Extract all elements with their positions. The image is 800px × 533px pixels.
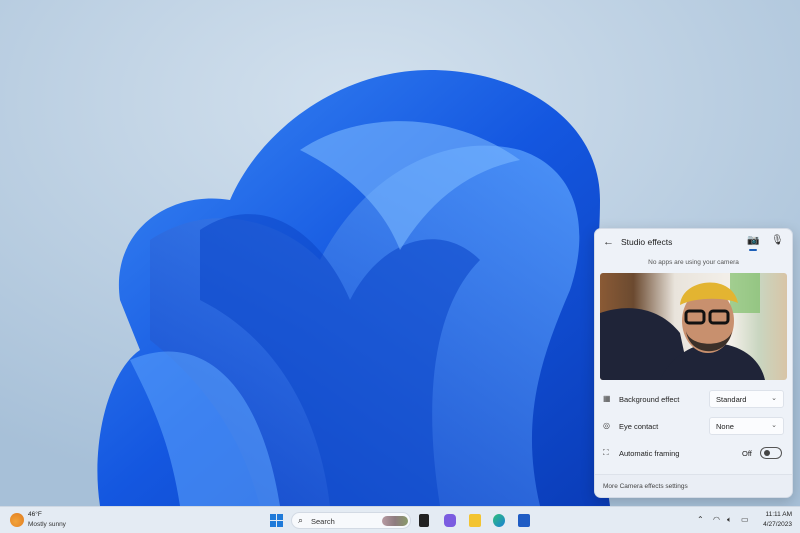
file-explorer-icon[interactable] bbox=[469, 514, 481, 527]
weather-icon[interactable] bbox=[10, 513, 24, 527]
dropdown-value: None bbox=[716, 422, 734, 431]
edge-browser-icon[interactable] bbox=[493, 514, 505, 527]
eye-contact-row: ◎ Eye contact None ⌄ bbox=[595, 416, 792, 438]
wifi-icon[interactable]: ◠ bbox=[713, 515, 720, 524]
background-effect-row: ▦ Background effect Standard ⌄ bbox=[595, 389, 792, 411]
back-arrow-icon[interactable]: ← bbox=[603, 236, 614, 248]
background-effect-dropdown[interactable]: Standard ⌄ bbox=[709, 390, 784, 408]
studio-effects-panel: ← Studio effects 📷 🎙 No apps are using y… bbox=[594, 228, 793, 498]
time: 11:11 AM bbox=[765, 511, 793, 518]
weather-desc[interactable]: Mostly sunny bbox=[28, 521, 66, 528]
chevron-down-icon: ⌄ bbox=[771, 395, 777, 402]
active-tab-indicator bbox=[749, 249, 757, 251]
battery-icon[interactable]: ▭ bbox=[741, 515, 749, 524]
search-box[interactable]: ⌕ Search bbox=[291, 512, 411, 529]
search-icon: ⌕ bbox=[298, 515, 304, 525]
toggle-state-label: Off bbox=[742, 449, 752, 458]
panel-title: Studio effects bbox=[621, 237, 673, 247]
teams-chat-icon[interactable] bbox=[444, 514, 456, 527]
dropdown-value: Standard bbox=[716, 395, 747, 404]
search-highlight-image bbox=[382, 516, 408, 526]
chevron-up-icon[interactable]: ⌃ bbox=[697, 515, 704, 524]
camera-tab-icon[interactable]: 📷 bbox=[747, 235, 759, 249]
more-settings-link[interactable]: More Camera effects settings bbox=[603, 483, 688, 490]
taskbar: 46°F Mostly sunny ⌕ Search ⌃ ◠ 🔈︎ ▭ 11:1… bbox=[0, 506, 800, 533]
task-view-icon[interactable] bbox=[419, 514, 429, 527]
automatic-framing-toggle[interactable] bbox=[760, 447, 782, 459]
panel-header: ← Studio effects 📷 🎙 bbox=[595, 229, 792, 255]
search-placeholder: Search bbox=[311, 517, 335, 526]
setting-label: Eye contact bbox=[619, 422, 659, 431]
eye-contact-icon: ◎ bbox=[603, 421, 610, 430]
start-button[interactable] bbox=[270, 514, 283, 527]
background-blur-icon: ▦ bbox=[603, 394, 611, 403]
weather-temp[interactable]: 46°F bbox=[28, 511, 42, 518]
eye-contact-dropdown[interactable]: None ⌄ bbox=[709, 417, 784, 435]
date: 4/27/2023 bbox=[763, 521, 792, 528]
store-icon[interactable] bbox=[518, 514, 530, 527]
camera-status: No apps are using your camera bbox=[648, 259, 739, 266]
volume-icon[interactable]: 🔈︎ bbox=[727, 515, 732, 525]
setting-label: Automatic framing bbox=[619, 449, 680, 458]
microphone-tab-icon[interactable]: 🎙 bbox=[771, 235, 784, 246]
setting-label: Background effect bbox=[619, 395, 680, 404]
clock[interactable]: 11:11 AM 4/27/2023 bbox=[758, 511, 792, 531]
chevron-down-icon: ⌄ bbox=[771, 422, 777, 429]
panel-footer: More Camera effects settings bbox=[595, 474, 792, 497]
framing-icon: ⛶ bbox=[603, 448, 609, 457]
camera-preview bbox=[600, 273, 787, 380]
automatic-framing-row: ⛶ Automatic framing Off bbox=[595, 443, 792, 465]
